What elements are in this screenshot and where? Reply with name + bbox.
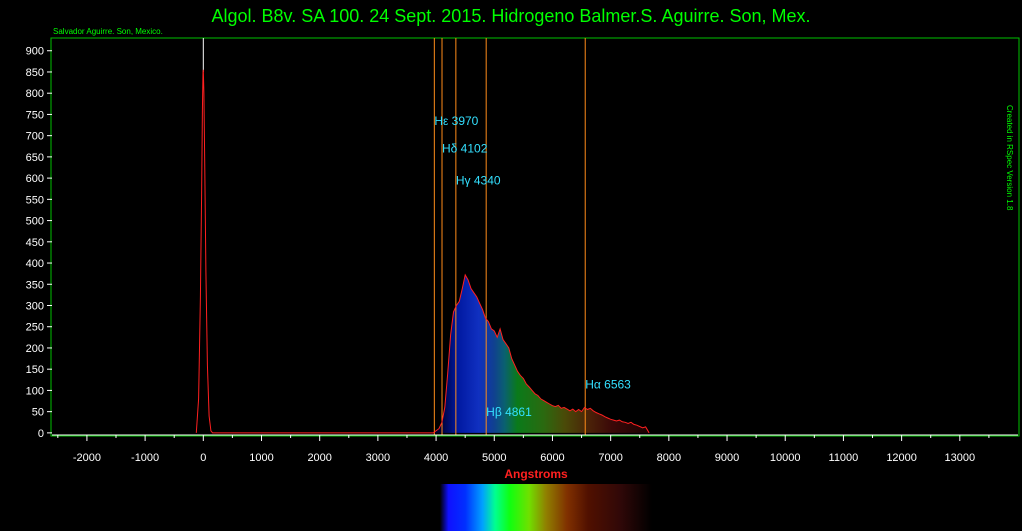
balmer-line-label: Hβ 4861 [486, 405, 532, 419]
balmer-line-label: Hα 6563 [585, 377, 631, 391]
x-tick-label: 0 [200, 452, 206, 464]
y-tick-label: 400 [26, 258, 44, 270]
y-tick-label: 700 [26, 131, 44, 143]
x-tick-label: 6000 [540, 452, 564, 464]
x-tick-label: -2000 [73, 452, 101, 464]
x-tick-label: 11000 [829, 452, 859, 464]
x-tick-label: 8000 [657, 452, 681, 464]
y-tick-label: 850 [26, 67, 44, 79]
y-tick-label: 100 [26, 385, 44, 397]
y-tick-label: 900 [26, 46, 44, 58]
spectrum-chart: 0 50 100 150 200 250 300 350 400 450 500 550 600 650 7… [26, 37, 1020, 531]
spectrum-strip [440, 484, 652, 531]
y-tick-label: 550 [26, 194, 44, 206]
y-tick-label: 150 [26, 364, 44, 376]
x-tick-label: 4000 [424, 452, 448, 464]
balmer-line-label: Hγ 4340 [456, 173, 501, 187]
x-tick-label: 10000 [770, 452, 801, 464]
y-tick-label: 600 [26, 173, 44, 185]
y-tick-label: 500 [26, 216, 44, 228]
x-tick-label: 7000 [598, 452, 622, 464]
y-tick-label: 250 [26, 322, 44, 334]
plot-frame [50, 37, 1020, 437]
x-tick-label: 2000 [307, 452, 331, 464]
x-tick-label: 5000 [482, 452, 506, 464]
spectrum-color-fill [433, 274, 650, 433]
y-tick-label: 350 [26, 279, 44, 291]
y-tick-label: 450 [26, 237, 44, 249]
y-tick-label: 300 [26, 300, 44, 312]
x-tick-label: -1000 [131, 452, 159, 464]
y-tick-label: 0 [38, 428, 44, 440]
x-axis-title: Angstroms [504, 467, 568, 481]
y-tick-label: 50 [32, 407, 44, 419]
balmer-line-label: Hδ 4102 [442, 142, 488, 156]
y-tick-label: 750 [26, 109, 44, 121]
x-tick-label: 13000 [945, 452, 976, 464]
y-tick-label: 650 [26, 152, 44, 164]
balmer-line-label: Hε 3970 [434, 114, 478, 128]
x-tick-label: 3000 [366, 452, 390, 464]
x-tick-label: 1000 [249, 452, 273, 464]
spectrum-curve [195, 69, 650, 434]
x-tick-label: 9000 [715, 452, 739, 464]
y-tick-label: 200 [26, 343, 44, 355]
y-tick-label: 800 [26, 88, 44, 100]
x-tick-label: 12000 [886, 452, 917, 464]
